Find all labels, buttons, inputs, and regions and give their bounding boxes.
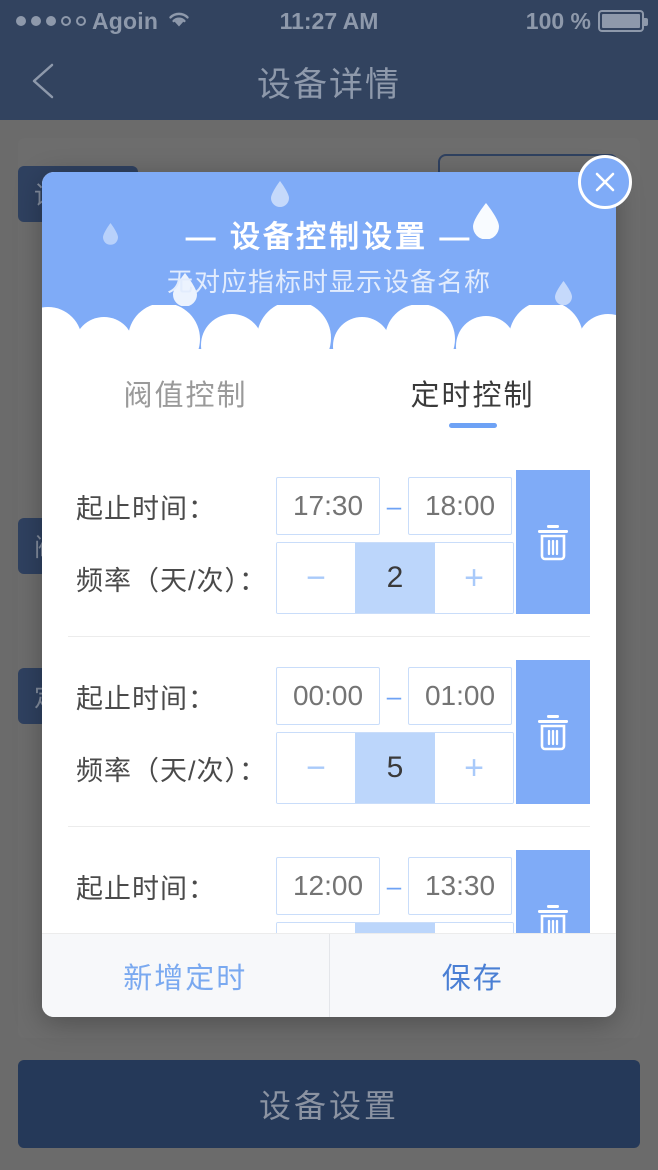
- time-range-dash: –: [386, 870, 402, 901]
- frequency-value[interactable]: [355, 923, 435, 933]
- frequency-label: 频率（天/次）：: [76, 755, 268, 786]
- modal-tabs: 阀值控制 定时控制: [42, 350, 616, 446]
- modal-footer: 新增定时 保存: [42, 933, 616, 1017]
- battery-percent-label: 100 %: [525, 7, 591, 34]
- time-range-controls: 17:30 – 18:00: [276, 477, 512, 535]
- close-icon[interactable]: [578, 155, 632, 209]
- start-time-input[interactable]: 00:00: [276, 667, 380, 725]
- time-range-controls: 00:00 – 01:00: [276, 667, 512, 725]
- trash-icon: [538, 525, 568, 561]
- tab-label: 定时控制: [410, 380, 535, 412]
- tab-timer-control[interactable]: 定时控制: [329, 372, 616, 428]
- frequency-label: 频率（天/次）：: [76, 565, 268, 596]
- delete-schedule-button[interactable]: [516, 470, 590, 614]
- status-bar-right: 100 %: [525, 7, 648, 35]
- modal-header: — 设备控制设置 — 无对应指标时显示设备名称: [42, 172, 616, 350]
- frequency-stepper: − 2 +: [276, 542, 514, 614]
- modal-title: — 设备控制设置 —: [185, 221, 473, 254]
- water-drop-icon: [270, 180, 290, 212]
- schedule-item: 起止时间： 12:00 – 13:30 频率（天/次）： − +: [42, 826, 616, 933]
- end-time-input[interactable]: 13:30: [408, 857, 512, 915]
- schedule-item: 起止时间： 17:30 – 18:00 频率（天/次）： − 2 +: [42, 446, 616, 636]
- decrement-button[interactable]: −: [277, 733, 355, 803]
- frequency-stepper: − +: [276, 922, 514, 933]
- time-range-label: 起止时间：: [76, 873, 216, 904]
- add-schedule-button[interactable]: 新增定时: [42, 934, 329, 1017]
- start-time-input[interactable]: 12:00: [276, 857, 380, 915]
- delete-schedule-button[interactable]: [516, 660, 590, 804]
- frequency-value[interactable]: 2: [355, 543, 435, 613]
- decrement-button[interactable]: −: [277, 923, 355, 933]
- tab-label: 阀值控制: [123, 380, 248, 412]
- schedule-item: 起止时间： 00:00 – 01:00 频率（天/次）： − 5 +: [42, 636, 616, 826]
- start-time-input[interactable]: 17:30: [276, 477, 380, 535]
- time-range-dash: –: [386, 680, 402, 711]
- end-time-input[interactable]: 01:00: [408, 667, 512, 725]
- decrement-button[interactable]: −: [277, 543, 355, 613]
- tab-active-indicator: [448, 423, 497, 428]
- increment-button[interactable]: +: [435, 543, 513, 613]
- battery-icon: [598, 10, 648, 32]
- navigation-bar: 设备详情: [0, 42, 658, 120]
- time-range-controls: 12:00 – 13:30: [276, 857, 512, 915]
- time-range-label: 起止时间：: [76, 683, 216, 714]
- device-settings-button[interactable]: 设备设置: [18, 1060, 640, 1148]
- status-bar: Agoin 11:27 AM 100 %: [0, 0, 658, 42]
- frequency-stepper: − 5 +: [276, 732, 514, 804]
- end-time-input[interactable]: 18:00: [408, 477, 512, 535]
- page-title: 设备详情: [257, 65, 401, 104]
- delete-schedule-button[interactable]: [516, 850, 590, 933]
- schedule-list[interactable]: 起止时间： 17:30 – 18:00 频率（天/次）： − 2 + 起止时间：…: [42, 446, 616, 933]
- cloud-edge-decoration: [42, 305, 616, 350]
- tab-threshold-control[interactable]: 阀值控制: [42, 372, 329, 428]
- frequency-value[interactable]: 5: [355, 733, 435, 803]
- back-button[interactable]: [26, 59, 60, 103]
- save-button[interactable]: 保存: [328, 934, 617, 1017]
- increment-button[interactable]: +: [435, 923, 513, 933]
- time-range-dash: –: [386, 490, 402, 521]
- trash-icon: [538, 715, 568, 751]
- increment-button[interactable]: +: [435, 733, 513, 803]
- modal-subtitle: 无对应指标时显示设备名称: [166, 267, 491, 297]
- trash-icon: [538, 905, 568, 933]
- device-control-settings-modal: — 设备控制设置 — 无对应指标时显示设备名称 阀值控制 定时控制 起止时间： …: [42, 172, 616, 1017]
- time-range-label: 起止时间：: [76, 493, 216, 524]
